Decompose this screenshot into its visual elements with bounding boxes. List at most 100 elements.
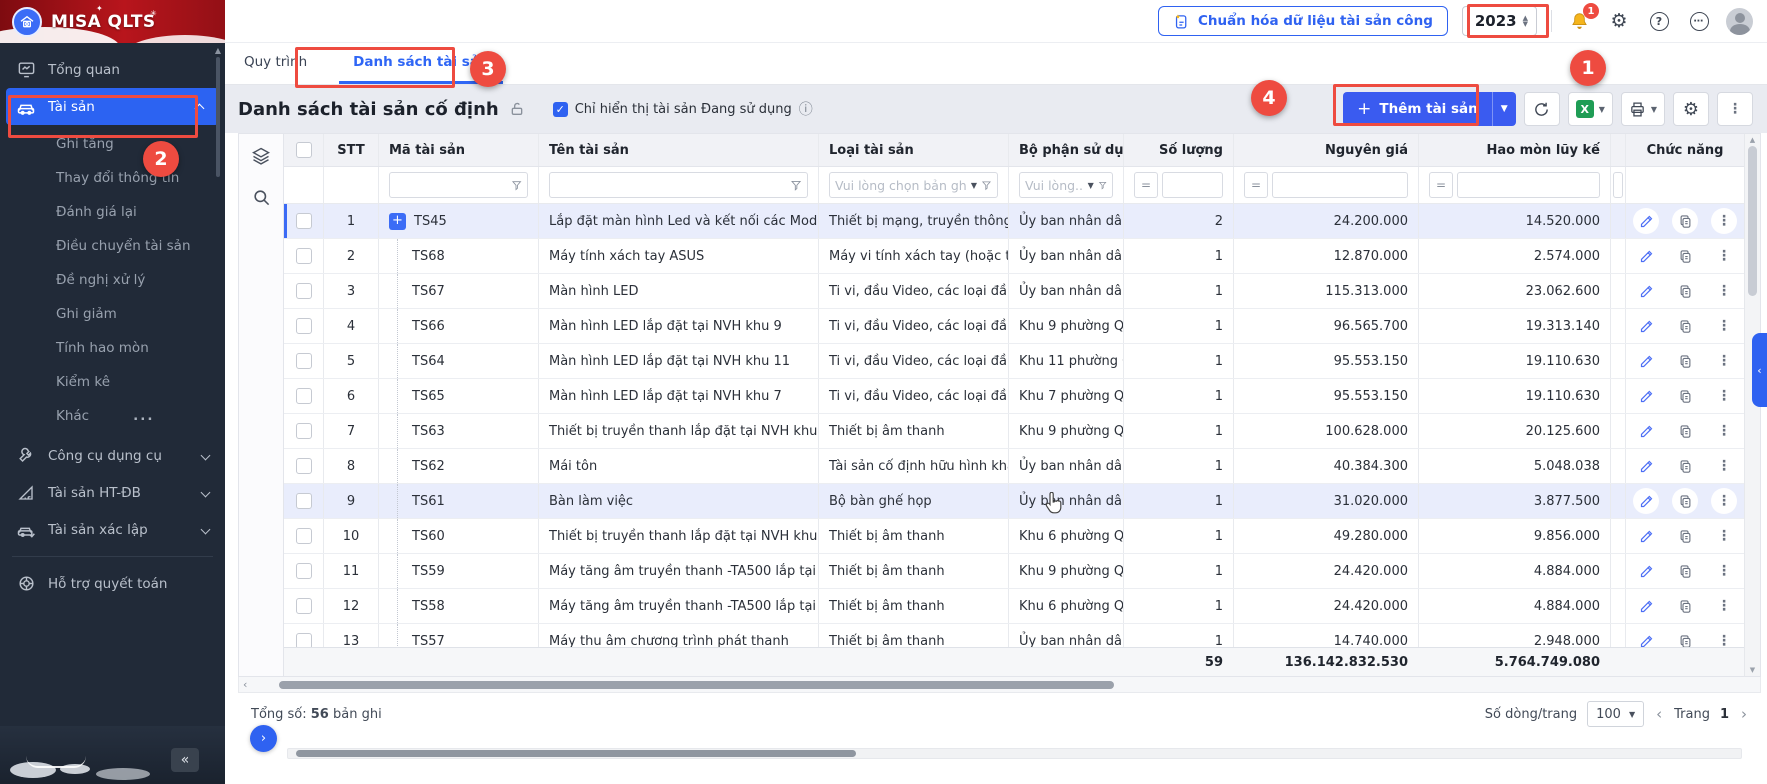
edit-button[interactable] [1633, 523, 1659, 549]
table-row[interactable]: 11 TS59 Máy tăng âm truyền thanh -TA500 … [284, 554, 1744, 589]
sidebar-subitem-9[interactable]: Khác... [0, 399, 225, 433]
spinner-arrows-icon[interactable]: ▲▼ [1523, 15, 1528, 27]
filter-so-luong[interactable] [1168, 178, 1217, 193]
sidebar-subitem-3[interactable]: Đánh giá lại [0, 195, 225, 229]
edit-button[interactable] [1633, 488, 1659, 514]
sidebar-item-tai-san-ht-db[interactable]: Tài sản HT-ĐB [0, 474, 225, 511]
funnel-icon[interactable] [790, 179, 802, 192]
duplicate-button[interactable] [1672, 383, 1698, 409]
edit-button[interactable] [1633, 313, 1659, 339]
row-more-button[interactable]: ⋮ [1711, 593, 1737, 619]
grid-settings-button[interactable]: ⚙ [1673, 92, 1709, 126]
table-row[interactable]: 7 TS63 Thiết bị truyền thanh lắp đặt tại… [284, 414, 1744, 449]
edit-button[interactable] [1633, 278, 1659, 304]
row-checkbox[interactable] [296, 283, 312, 299]
col-bo-phan[interactable]: Bộ phận sử dụng [1009, 134, 1124, 166]
col-ma-tai-san[interactable]: Mã tài sản [379, 134, 539, 166]
app-logo[interactable]: ✦ ✳ MISA QLTS [0, 0, 225, 43]
scroll-left-icon[interactable]: ‹ [243, 678, 247, 691]
prev-page-button[interactable]: ‹ [1654, 705, 1664, 723]
col-stt[interactable]: STT [324, 134, 379, 166]
duplicate-button[interactable] [1672, 418, 1698, 444]
table-row[interactable]: 13 TS57 Máy thu âm chương trình phát tha… [284, 624, 1744, 647]
refresh-button[interactable] [1524, 92, 1560, 126]
funnel-icon[interactable] [511, 179, 522, 192]
row-more-button[interactable]: ⋮ [1711, 453, 1737, 479]
row-checkbox[interactable] [296, 528, 312, 544]
col-so-luong[interactable]: Số lượng [1124, 134, 1234, 166]
equals-operator[interactable]: = [1134, 172, 1158, 198]
equals-operator[interactable]: = [1244, 172, 1268, 198]
scroll-down-icon[interactable]: ▼ [1750, 666, 1755, 674]
row-more-button[interactable]: ⋮ [1711, 488, 1737, 514]
sidebar-item-cong-cu-dung-cu[interactable]: Công cụ dụng cụ [0, 437, 225, 474]
col-loai-tai-san[interactable]: Loại tài sản [819, 134, 1009, 166]
sidebar-subitem-5[interactable]: Đề nghị xử lý [0, 263, 225, 297]
filter-ten-tai-san[interactable] [555, 178, 786, 193]
edit-button[interactable] [1633, 208, 1659, 234]
row-checkbox[interactable] [296, 458, 312, 474]
row-more-button[interactable]: ⋮ [1711, 243, 1737, 269]
duplicate-button[interactable] [1672, 488, 1698, 514]
table-row[interactable]: 4 TS66 Màn hình LED lắp đặt tại NVH khu … [284, 309, 1744, 344]
expand-icon[interactable]: + [389, 213, 406, 230]
sidebar-collapse-button[interactable]: « [171, 748, 199, 772]
edit-button[interactable] [1633, 383, 1659, 409]
table-row[interactable]: 10 TS60 Thiết bị truyền thanh lắp đặt tạ… [284, 519, 1744, 554]
row-more-button[interactable]: ⋮ [1711, 418, 1737, 444]
table-row[interactable]: 5 TS64 Màn hình LED lắp đặt tại NVH khu … [284, 344, 1744, 379]
tab-quy-trinh[interactable]: Quy trình [238, 43, 313, 84]
export-excel-button[interactable]: X ▼ [1568, 92, 1613, 126]
funnel-icon[interactable] [1098, 179, 1107, 192]
duplicate-button[interactable] [1672, 628, 1698, 647]
duplicate-button[interactable] [1672, 278, 1698, 304]
add-asset-button[interactable]: +Thêm tài sản ▼ [1343, 92, 1516, 126]
settings-button[interactable]: ⚙ [1606, 8, 1632, 34]
table-row[interactable]: 8 TS62 Mái tôn Tài sản cố định hữu hình … [284, 449, 1744, 484]
scrollbar-thumb[interactable] [279, 681, 1114, 689]
row-checkbox[interactable] [296, 353, 312, 369]
in-use-filter-checkbox[interactable]: ✓ Chỉ hiển thị tài sản Đang sử dụng ⓘ [553, 99, 813, 119]
duplicate-button[interactable] [1672, 453, 1698, 479]
filter-hao-mon[interactable] [1463, 178, 1594, 193]
row-checkbox[interactable] [296, 318, 312, 334]
col-hao-mon[interactable]: Hao mòn lũy kế [1419, 134, 1611, 166]
sidebar-subitem-7[interactable]: Tính hao mòn [0, 331, 225, 365]
help-button[interactable]: ? [1646, 8, 1672, 34]
expand-panel-button[interactable]: › [250, 725, 277, 752]
row-more-button[interactable]: ⋮ [1711, 278, 1737, 304]
filter-nguyen-gia[interactable] [1278, 178, 1402, 193]
filter-loai-tai-san[interactable] [835, 178, 967, 193]
sidebar-item-tong-quan[interactable]: Tổng quan [0, 51, 225, 88]
row-checkbox[interactable] [296, 388, 312, 404]
print-dropdown-icon[interactable]: ▼ [1651, 105, 1657, 114]
filter-ma-tai-san[interactable] [395, 178, 507, 193]
row-checkbox[interactable] [296, 213, 312, 229]
table-row[interactable]: 3 TS67 Màn hình LED Ti vi, đầu Video, cá… [284, 274, 1744, 309]
table-row[interactable]: 6 TS65 Màn hình LED lắp đặt tại NVH khu … [284, 379, 1744, 414]
duplicate-button[interactable] [1672, 243, 1698, 269]
edit-button[interactable] [1633, 348, 1659, 374]
normalize-data-button[interactable]: Chuẩn hóa dữ liệu tài sản công [1158, 6, 1448, 36]
col-ten-tai-san[interactable]: Tên tài sản [539, 134, 819, 166]
row-checkbox[interactable] [296, 423, 312, 439]
col-nguyen-gia[interactable]: Nguyên giá [1234, 134, 1419, 166]
select-all-checkbox[interactable] [296, 142, 312, 158]
duplicate-button[interactable] [1672, 313, 1698, 339]
rows-per-page-select[interactable]: 100 ▼ [1587, 701, 1644, 727]
funnel-icon[interactable] [981, 179, 992, 192]
page-horizontal-scrollbar[interactable] [287, 748, 1742, 759]
row-more-button[interactable]: ⋮ [1711, 523, 1737, 549]
sidebar-subitem-2[interactable]: Thay đổi thông tin [0, 161, 225, 195]
dropdown-caret-icon[interactable]: ▼ [1088, 181, 1094, 190]
scrollbar-thumb[interactable] [1748, 146, 1757, 296]
edit-button[interactable] [1633, 593, 1659, 619]
filter-bo-phan[interactable] [1025, 178, 1084, 193]
dropdown-caret-icon[interactable]: ▼ [971, 181, 977, 190]
print-button[interactable]: ▼ [1621, 92, 1665, 126]
export-dropdown-icon[interactable]: ▼ [1599, 105, 1605, 114]
table-row[interactable]: 9 TS61 Bàn làm việc Bộ bàn ghế họp Ủy ba… [284, 484, 1744, 519]
next-page-button[interactable]: › [1739, 705, 1749, 723]
user-avatar[interactable] [1726, 8, 1753, 35]
row-checkbox[interactable] [296, 248, 312, 264]
